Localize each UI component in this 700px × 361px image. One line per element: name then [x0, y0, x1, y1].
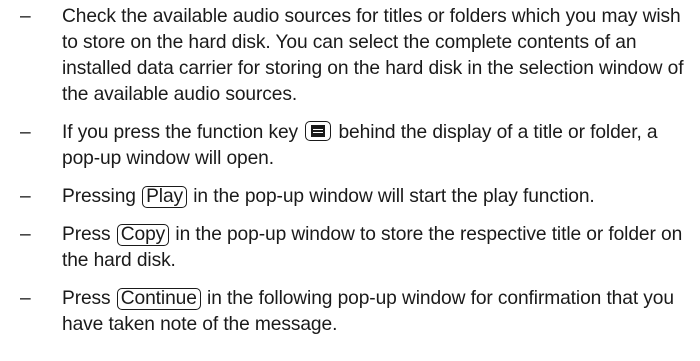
item-text-before: If you press the function key [62, 122, 299, 143]
menu-key-icon [305, 121, 332, 141]
list-item: – If you press the function key behind t… [20, 120, 692, 172]
bullet-dash: – [20, 6, 31, 27]
item-text: Check the available audio sources for ti… [62, 6, 684, 105]
list-item: – Check the available audio sources for … [20, 4, 692, 108]
list-item: – Press Copy in the pop-up window to sto… [20, 222, 692, 274]
copy-key: Copy [116, 224, 170, 246]
item-text-before: Pressing [62, 186, 136, 207]
item-text-before: Press [62, 288, 111, 309]
bullet-dash: – [20, 288, 31, 309]
continue-key: Continue [116, 288, 201, 310]
bullet-dash: – [20, 122, 31, 143]
bullet-dash: – [20, 186, 31, 207]
instruction-list: – Check the available audio sources for … [20, 4, 692, 350]
bullet-dash: – [20, 224, 31, 245]
play-key: Play [142, 186, 188, 208]
list-item: – Press Continue in the following pop-up… [20, 286, 692, 338]
item-text-after: in the pop-up window will start the play… [193, 186, 595, 207]
list-item: – Pressing Play in the pop-up window wil… [20, 184, 692, 210]
item-text-before: Press [62, 224, 111, 245]
